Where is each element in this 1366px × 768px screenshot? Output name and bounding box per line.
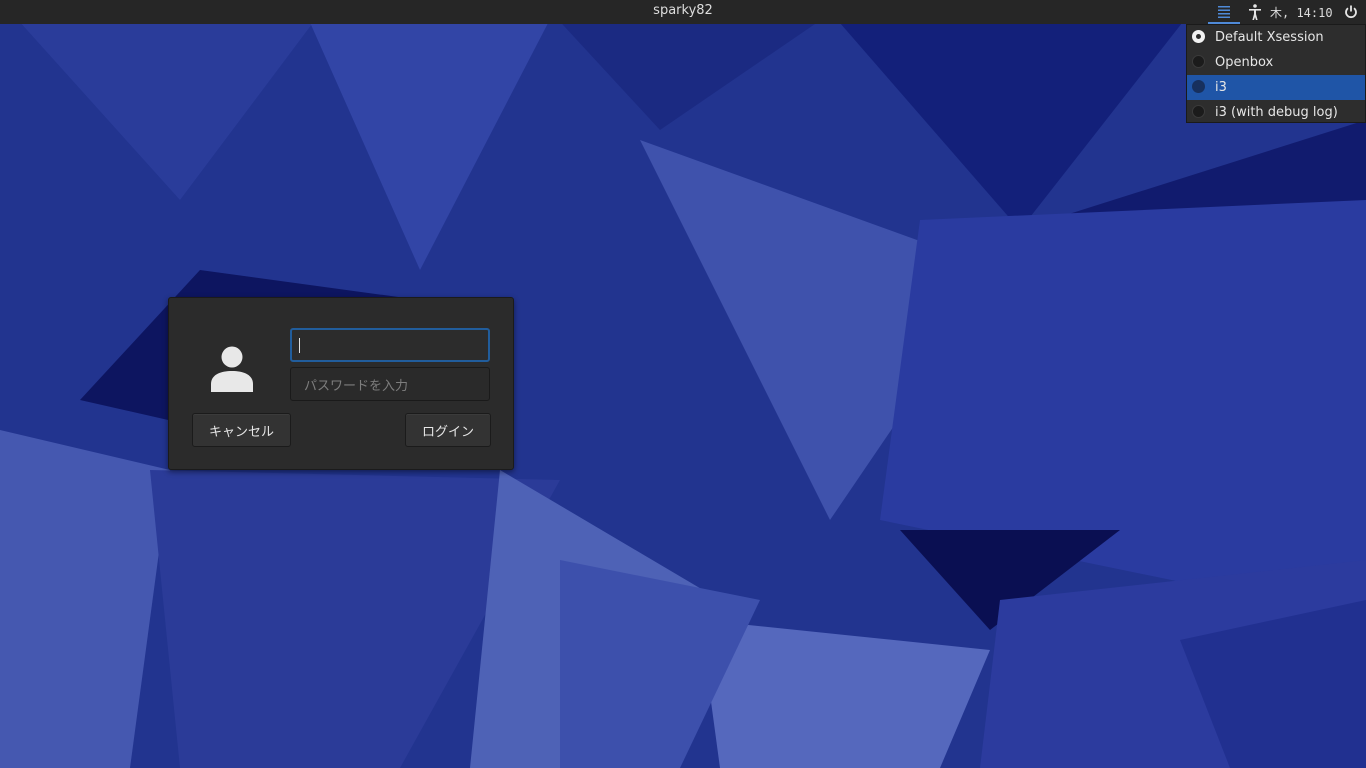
session-item-default-xsession[interactable]: Default Xsession [1187,25,1365,50]
login-button[interactable]: ログイン [405,413,491,447]
session-item-openbox[interactable]: Openbox [1187,50,1365,75]
radio-unchecked-icon [1192,55,1205,68]
session-selector-button[interactable] [1208,0,1240,24]
password-placeholder: パスワードを入力 [304,378,409,394]
power-icon [1345,5,1357,19]
desktop: sparky82 木, 14:10 Default Xsession Openb… [0,0,1366,768]
session-menu: Default Xsession Openbox i3 i3 (with deb… [1186,24,1366,123]
cancel-button[interactable]: キャンセル [192,413,291,447]
user-avatar-icon [211,346,253,392]
session-item-label: i3 [1215,80,1227,95]
session-item-label: Openbox [1215,55,1274,70]
top-panel: sparky82 木, 14:10 [0,0,1366,24]
power-button[interactable] [1341,0,1361,24]
session-list-icon [1218,6,1230,18]
accessibility-button[interactable] [1244,0,1266,24]
session-item-label: i3 (with debug log) [1215,105,1338,120]
radio-unchecked-icon [1192,80,1205,93]
accessibility-icon [1249,4,1261,20]
password-field[interactable]: パスワードを入力 [290,367,490,401]
radio-unchecked-icon [1192,105,1205,118]
radio-checked-icon [1192,30,1205,43]
hostname-label: sparky82 [653,3,713,18]
session-item-i3[interactable]: i3 [1187,75,1365,100]
session-item-i3-debug[interactable]: i3 (with debug log) [1187,100,1365,125]
session-item-label: Default Xsession [1215,30,1324,45]
login-dialog: パスワードを入力 キャンセル ログイン [168,297,514,470]
username-field[interactable] [290,328,490,362]
clock[interactable]: 木, 14:10 [1270,0,1338,24]
